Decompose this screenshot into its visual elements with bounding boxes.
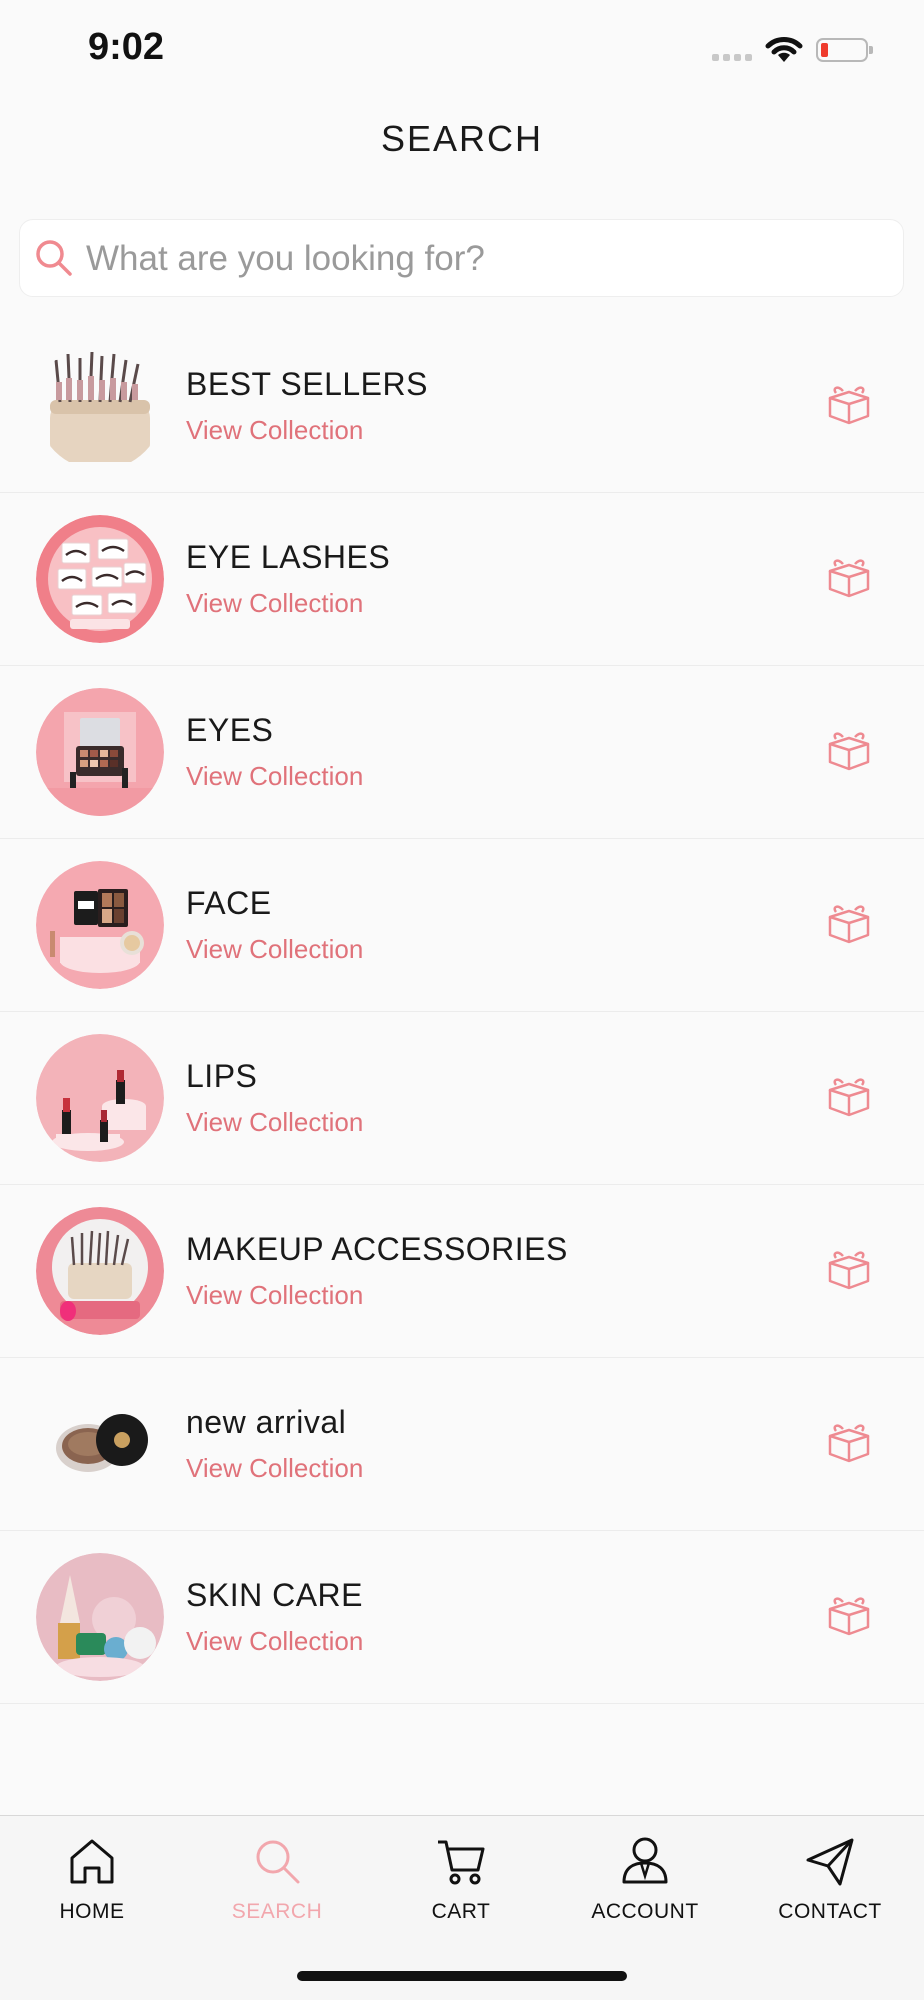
cellular-signal-icon [712, 54, 754, 62]
collection-row-makeup-accessories[interactable]: MAKEUP ACCESSORIES View Collection [0, 1185, 924, 1358]
collection-title: FACE [186, 885, 272, 921]
tab-label: CONTACT [778, 1900, 882, 1923]
search-input[interactable] [84, 228, 888, 290]
search-field[interactable] [19, 219, 904, 297]
view-collection-link[interactable]: View Collection [186, 761, 363, 792]
collection-thumbnail [36, 1380, 164, 1508]
paper-plane-icon [806, 1838, 854, 1886]
view-collection-link[interactable]: View Collection [186, 1626, 363, 1657]
collection-title: LIPS [186, 1058, 258, 1094]
tab-label: HOME [59, 1900, 125, 1923]
search-icon [256, 1840, 300, 1884]
gift-box-icon[interactable] [826, 730, 872, 772]
collection-thumbnail [36, 1207, 164, 1335]
wifi-icon [765, 37, 803, 62]
tab-label: SEARCH [231, 1900, 323, 1923]
tab-account[interactable]: ACCOUNT [575, 1832, 715, 1924]
collection-row-eye-lashes[interactable]: EYE LASHES View Collection [0, 493, 924, 666]
collection-row-face[interactable]: FACE View Collection [0, 839, 924, 1012]
collection-row-eyes[interactable]: EYES View Collection [0, 666, 924, 839]
tab-home[interactable]: HOME [22, 1832, 162, 1924]
tab-contact[interactable]: CONTACT [760, 1832, 900, 1924]
view-collection-link[interactable]: View Collection [186, 1280, 363, 1311]
search-screen: 9:02 SEARCH What are you looking for? BE… [0, 0, 924, 2000]
tab-cart[interactable]: CART [391, 1832, 531, 1924]
tab-label: CART [431, 1900, 491, 1923]
collection-title: SKIN CARE [186, 1577, 363, 1613]
home-indicator[interactable] [297, 1971, 627, 1981]
gift-box-icon[interactable] [826, 1422, 872, 1464]
tab-search[interactable]: SEARCH [207, 1832, 347, 1924]
collection-thumbnail [36, 342, 164, 470]
collection-title: MAKEUP ACCESSORIES [186, 1231, 568, 1267]
search-icon [36, 240, 72, 276]
status-bar: 9:02 [0, 0, 924, 100]
gift-box-icon[interactable] [826, 1595, 872, 1637]
collection-thumbnail [36, 515, 164, 643]
gift-box-icon[interactable] [826, 557, 872, 599]
collection-list: BEST SELLERS View Collection EYE LASHES … [0, 320, 924, 1704]
collection-thumbnail [36, 861, 164, 989]
account-icon [622, 1837, 668, 1884]
view-collection-link[interactable]: View Collection [186, 1453, 363, 1484]
tab-label: ACCOUNT [591, 1900, 699, 1923]
collection-title: new arrival [186, 1404, 347, 1440]
collection-row-skin-care[interactable]: SKIN CARE View Collection [0, 1531, 924, 1704]
home-icon [70, 1839, 114, 1884]
collection-row-lips[interactable]: LIPS View Collection [0, 1012, 924, 1185]
view-collection-link[interactable]: View Collection [186, 1107, 363, 1138]
collection-title: EYE LASHES [186, 539, 391, 575]
cart-icon [438, 1840, 485, 1885]
collection-row-best-sellers[interactable]: BEST SELLERS View Collection [0, 320, 924, 493]
gift-box-icon[interactable] [826, 903, 872, 945]
collection-title: EYES [186, 712, 274, 748]
battery-icon [816, 38, 873, 62]
gift-box-icon[interactable] [826, 1076, 872, 1118]
battery-level [821, 43, 828, 57]
view-collection-link[interactable]: View Collection [186, 934, 363, 965]
collection-thumbnail [36, 1553, 164, 1681]
view-collection-link[interactable]: View Collection [186, 415, 363, 446]
view-collection-link[interactable]: View Collection [186, 588, 363, 619]
gift-box-icon[interactable] [826, 1249, 872, 1291]
gift-box-icon[interactable] [826, 384, 872, 426]
collection-row-new-arrival[interactable]: new arrival View Collection [0, 1358, 924, 1531]
collection-thumbnail [36, 1034, 164, 1162]
collection-thumbnail [36, 688, 164, 816]
page-title: SEARCH [380, 118, 544, 159]
collection-title: BEST SELLERS [186, 366, 428, 402]
status-time: 9:02 [88, 26, 165, 68]
